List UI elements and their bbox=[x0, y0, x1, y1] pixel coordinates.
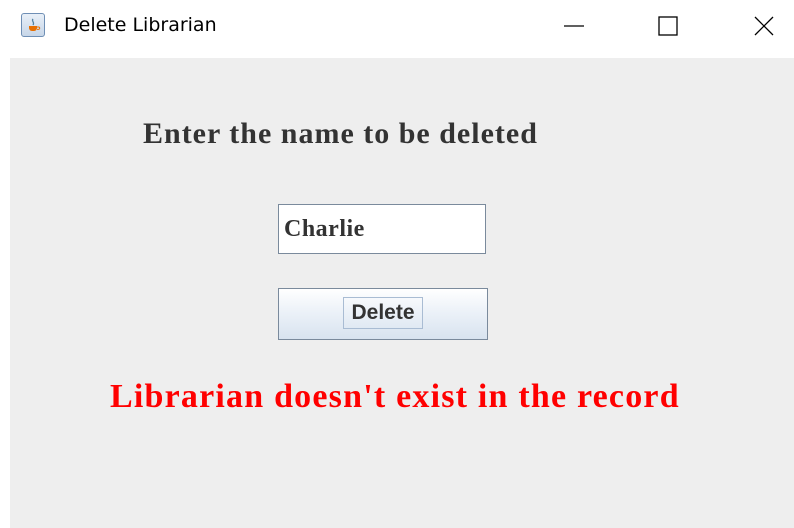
window-title: Delete Librarian bbox=[64, 14, 217, 36]
java-icon[interactable] bbox=[21, 13, 45, 37]
page-title: Enter the name to be deleted bbox=[143, 117, 538, 150]
name-input[interactable] bbox=[278, 204, 486, 254]
delete-button[interactable]: Delete bbox=[278, 288, 488, 340]
maximize-button[interactable] bbox=[638, 0, 698, 52]
minimize-icon bbox=[564, 25, 584, 27]
close-button[interactable] bbox=[734, 0, 794, 52]
title-bar: Delete Librarian bbox=[0, 0, 794, 52]
status-message: Librarian doesn't exist in the record bbox=[110, 378, 680, 415]
close-icon bbox=[754, 16, 774, 36]
delete-button-label: Delete bbox=[343, 297, 423, 329]
content-panel: Enter the name to be deleted Delete Libr… bbox=[10, 58, 794, 528]
minimize-button[interactable] bbox=[544, 0, 604, 52]
delete-librarian-window: Delete Librarian Enter the name to be de… bbox=[0, 0, 794, 528]
maximize-icon bbox=[658, 16, 678, 36]
